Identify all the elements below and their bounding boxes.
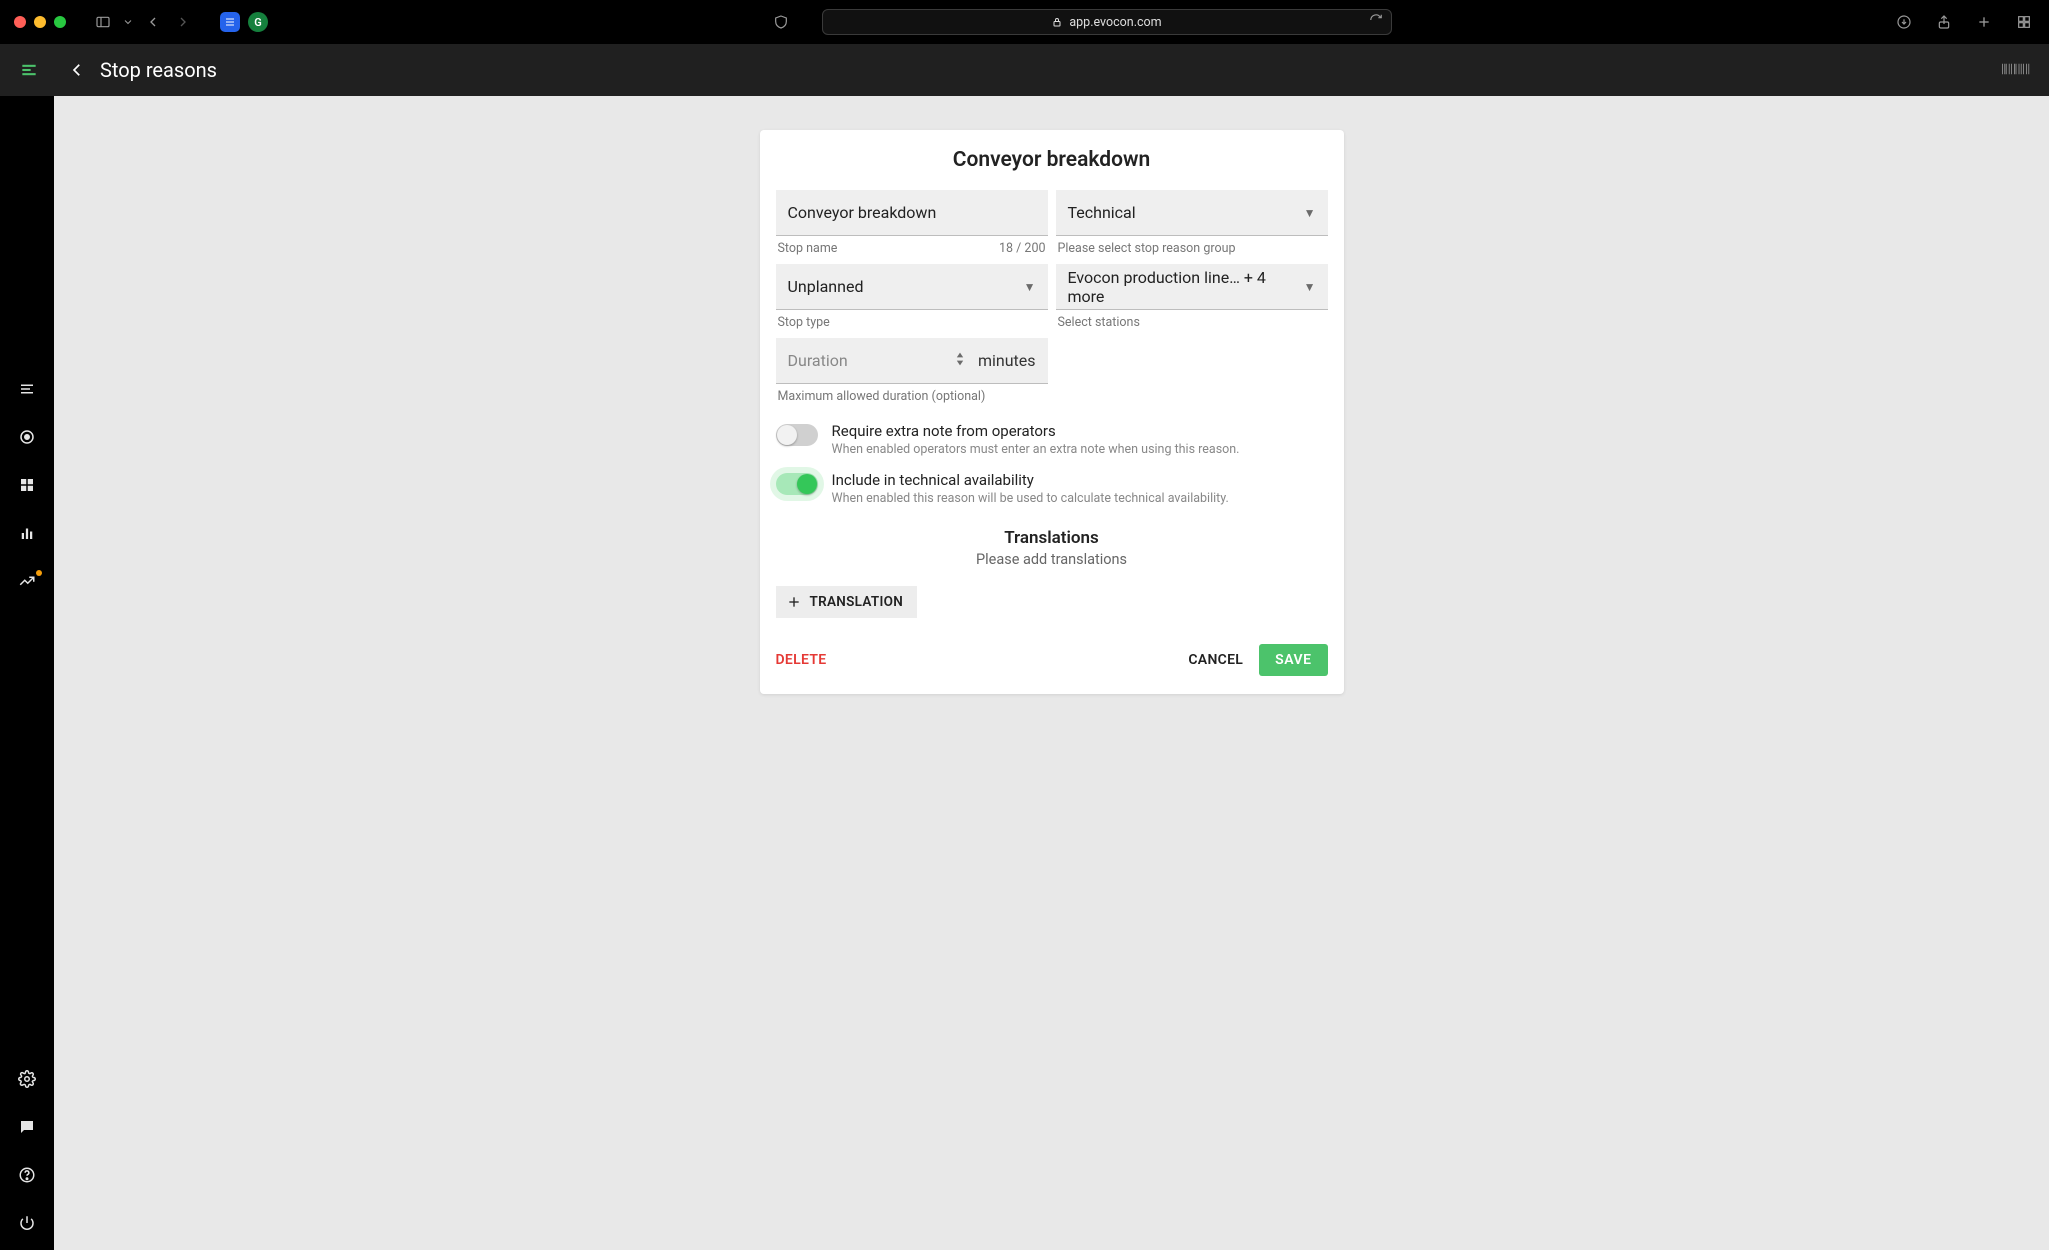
reload-icon[interactable] [1369,13,1383,31]
nav-forward-icon [172,11,194,33]
extension-icon[interactable] [220,12,240,32]
sidebar-item-help-icon[interactable] [14,1162,40,1188]
stop-name-input[interactable] [776,190,1048,236]
group-select[interactable]: Technical ▼ [1056,190,1328,236]
toggle-tech-avail-label: Include in technical availability [832,471,1229,489]
stations-hint: Select stations [1058,315,1140,330]
toggle-extra-note[interactable] [776,424,818,446]
sidebar-toggle-icon[interactable] [92,11,114,33]
sidebar-item-list-icon[interactable] [14,376,40,402]
toggle-extra-note-label: Require extra note from operators [832,422,1240,440]
url-text: app.evocon.com [1069,15,1161,30]
stop-name-hint: Stop name [778,241,838,256]
save-button[interactable]: SAVE [1259,644,1327,676]
stop-type-hint: Stop type [778,315,830,330]
barcode-icon[interactable] [2001,61,2031,80]
duration-input[interactable]: Duration minutes [776,338,1048,384]
duration-unit: minutes [978,351,1036,370]
group-value: Technical [1068,203,1136,222]
page-title: Stop reasons [100,58,217,82]
stop-name-text[interactable] [788,203,1036,222]
chevron-down-icon: ▼ [1304,206,1316,220]
tab-grid-icon[interactable] [2013,11,2035,33]
app-header: Stop reasons [0,44,2049,96]
window-fullscreen-icon[interactable] [54,16,66,28]
plus-icon [786,594,802,610]
toggle-extra-note-sub: When enabled operators must enter an ext… [832,442,1240,457]
sidebar-item-settings-icon[interactable] [14,1066,40,1092]
translations-title: Translations [776,528,1328,548]
toggle-tech-avail-sub: When enabled this reason will be used to… [832,491,1229,506]
share-icon[interactable] [1933,11,1955,33]
card-title: Conveyor breakdown [776,148,1328,172]
stop-type-value: Unplanned [788,277,864,296]
sidebar-item-chart-icon[interactable] [14,520,40,546]
browser-chrome: G app.evocon.com [0,0,2049,44]
add-translation-label: TRANSLATION [810,594,904,610]
delete-button[interactable]: DELETE [776,652,827,668]
window-traffic-lights[interactable] [14,16,66,28]
translations-sub: Please add translations [776,551,1328,568]
chevron-down-icon: ▼ [1024,280,1036,294]
grammarly-icon[interactable]: G [248,12,268,32]
sidebar-item-chat-icon[interactable] [14,1114,40,1140]
stop-reason-card: Conveyor breakdown Stop name 18 / 200 Te… [760,130,1344,694]
sidebar-item-power-icon[interactable] [14,1210,40,1236]
stop-type-select[interactable]: Unplanned ▼ [776,264,1048,310]
address-bar[interactable]: app.evocon.com [822,9,1392,35]
stepper-icon[interactable] [956,352,964,369]
back-button[interactable] [64,57,90,83]
duration-placeholder: Duration [788,351,848,370]
chevron-down-icon[interactable] [122,11,134,33]
toggle-tech-avail[interactable] [776,473,818,495]
sidebar-item-record-icon[interactable] [14,424,40,450]
sidebar-item-trend-icon[interactable] [14,568,40,594]
window-minimize-icon[interactable] [34,16,46,28]
cancel-button[interactable]: CANCEL [1188,652,1243,668]
stop-name-counter: 18 / 200 [999,241,1045,256]
stations-select[interactable]: Evocon production line… + 4 more ▼ [1056,264,1328,310]
content-area: Conveyor breakdown Stop name 18 / 200 Te… [54,96,2049,1250]
app-sidebar [0,96,54,1250]
window-close-icon[interactable] [14,16,26,28]
nav-back-icon[interactable] [142,11,164,33]
add-translation-button[interactable]: TRANSLATION [776,586,918,618]
brand-menu-icon[interactable] [18,59,40,81]
lock-icon [1051,16,1063,28]
chevron-down-icon: ▼ [1304,280,1316,294]
duration-hint: Maximum allowed duration (optional) [778,389,986,404]
stations-value: Evocon production line… + 4 more [1068,268,1304,306]
sidebar-item-dashboard-icon[interactable] [14,472,40,498]
downloads-icon[interactable] [1893,11,1915,33]
shield-icon[interactable] [770,11,792,33]
new-tab-icon[interactable] [1973,11,1995,33]
group-hint: Please select stop reason group [1058,241,1236,256]
